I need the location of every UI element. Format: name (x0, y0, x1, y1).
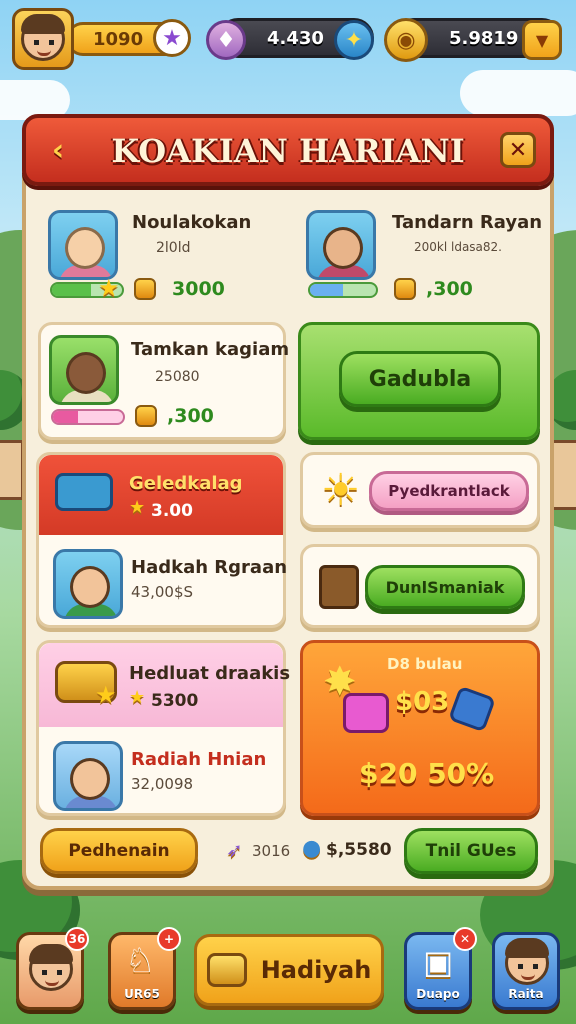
pink-action-card: ☀ Pyedkrantlack (300, 452, 540, 528)
left-footer-button-label: Pedhenain (68, 841, 170, 861)
card-reward: 3000 (172, 278, 225, 300)
star-icon: ★ (129, 687, 146, 708)
reward-card-3[interactable]: Tamkan kagiam 25080 ,300 (38, 322, 290, 440)
right-footer-button-label: Tnil GUes (425, 841, 517, 861)
right-footer-button[interactable]: Tnil GUes (404, 828, 538, 874)
card-value: 5300 (151, 691, 199, 711)
page-title: KOAKIAN HARIANI (111, 132, 465, 170)
nav-shop-button[interactable]: ▣ Duapo ✕ (404, 927, 477, 1010)
pink-action-button[interactable]: Pyedkrantlack (369, 471, 529, 511)
cloud (460, 70, 576, 116)
claim-button[interactable]: Gadubla (339, 351, 501, 407)
nav-label: Duapo (416, 987, 460, 1001)
promo-offer-card[interactable]: D8 bulau ✸ $03 $20 50% (300, 640, 540, 816)
player-avatar[interactable] (12, 8, 74, 70)
nav-friend-button[interactable]: Raita (492, 932, 560, 1010)
card-title: Geledkalag (129, 473, 243, 494)
card-reward: ,300 (167, 405, 214, 427)
coin-icon: ◉ (384, 18, 428, 62)
card-sub: 2l0ld (156, 240, 191, 256)
character-portrait (53, 549, 123, 619)
card-name: Tandarn Rayan (392, 212, 543, 233)
nav-alert-icon: ✕ (453, 927, 477, 951)
nav-badge: 36 (65, 927, 89, 951)
coin-icon (134, 278, 156, 300)
add-gems-button[interactable]: ✦ (334, 20, 374, 60)
friend-face-icon (505, 938, 549, 985)
coins-dropdown-button[interactable]: ▼ (522, 20, 562, 60)
gem-icon: ♦ (206, 20, 246, 60)
coins-value: 5.9819 (449, 28, 519, 49)
book-icon (319, 565, 359, 609)
green-action-button[interactable]: DunlSmaniak (365, 565, 525, 609)
card-sub: 200kl ldasa82. (414, 240, 502, 254)
sun-icon: ☀ (321, 465, 361, 516)
card-reward: ,300 (426, 278, 473, 300)
panel-header: ‹ KOAKIAN HARIANI ✕ (22, 114, 554, 186)
truck-icon (55, 473, 113, 511)
card-value: 3.00 (151, 501, 193, 521)
star-icon: ★ (129, 497, 146, 518)
reward-card-4[interactable]: Geledkalag ★ 3.00 Hadkah Rgraan 43,00$S (36, 452, 288, 628)
stat-2: $,5580 (326, 840, 392, 860)
reward-card-1[interactable]: ★ Noulakokan 2l0ld 3000 (40, 200, 290, 310)
nav-cow-button[interactable]: ♘ UR65 + (108, 927, 181, 1010)
progress-bar (51, 409, 125, 425)
green-action-card: DunlSmaniak (300, 544, 540, 628)
progress-bar (308, 282, 378, 298)
left-footer-button[interactable]: Pedhenain (40, 828, 198, 874)
green-action-button-label: DunlSmaniak (385, 577, 505, 597)
close-button[interactable]: ✕ (500, 132, 536, 168)
coin-icon (394, 278, 416, 300)
avatar-face-icon (21, 14, 65, 61)
level-value: 1090 (93, 29, 144, 50)
nav-main-button[interactable]: Hadiyah (194, 934, 384, 1006)
level-pill: 1090 ★ (66, 19, 191, 57)
promo-label: D8 bulau (387, 655, 463, 673)
house (0, 440, 24, 500)
bottom-nav: 36 ♘ UR65 + Hadiyah ▣ Duapo ✕ Raita (0, 920, 576, 1024)
gems-value: 4.430 (267, 28, 324, 49)
promo-discount: $20 50% (359, 757, 495, 790)
card-name: Hadkah Rgraan (131, 557, 288, 578)
character-portrait (48, 210, 118, 280)
card-name: Noulakokan (132, 212, 252, 233)
card-sub: 43,00$S (131, 583, 194, 601)
reward-card-5[interactable]: ★ Hedluat draakis ★ 5300 Radiah Hnian 32… (36, 640, 290, 816)
nav-profile-button[interactable]: 36 (16, 927, 89, 1010)
gem-box-icon (343, 693, 389, 733)
nav-label: UR65 (124, 987, 160, 1001)
coin-icon (135, 405, 157, 427)
profile-face-icon (29, 944, 73, 991)
nav-main-label: Hadiyah (260, 956, 372, 984)
cow-icon: ♘ (125, 941, 156, 981)
top-bar: 1090 ★ 4.430 ♦ ✦ 5.9819 ◉ ▼ (12, 8, 564, 70)
nav-label: Raita (508, 987, 544, 1001)
claim-button-label: Gadubla (368, 366, 472, 392)
card-sub: 32,0098 (131, 775, 194, 793)
blue-gem-icon (447, 685, 497, 733)
card-icon: ▣ (423, 943, 454, 981)
star-badge-icon: ★ (153, 19, 191, 57)
character-portrait (49, 335, 119, 405)
character-portrait (306, 210, 376, 280)
pink-action-button-label: Pyedkrantlack (388, 482, 510, 500)
reward-card-2[interactable]: Tandarn Rayan 200kl ldasa82. ,300 (300, 200, 543, 310)
stat-1: 3016 (252, 842, 291, 860)
close-icon: ✕ (508, 137, 528, 163)
coin-stack-icon (206, 953, 247, 987)
card-sub: 25080 (155, 369, 200, 385)
star-icon: ★ (95, 681, 117, 709)
star-icon: ★ (98, 274, 120, 302)
card-title: Hedluat draakis (129, 663, 291, 684)
character-portrait (53, 741, 123, 811)
claim-card: Gadubla (298, 322, 540, 440)
card-name: Tamkan kagiam (131, 339, 290, 360)
feather-icon: ➶ (226, 838, 243, 862)
promo-price: $03 (395, 687, 450, 717)
nav-badge: + (157, 927, 181, 951)
card-name: Radiah Hnian (131, 749, 267, 770)
drop-icon: ● (302, 836, 322, 861)
